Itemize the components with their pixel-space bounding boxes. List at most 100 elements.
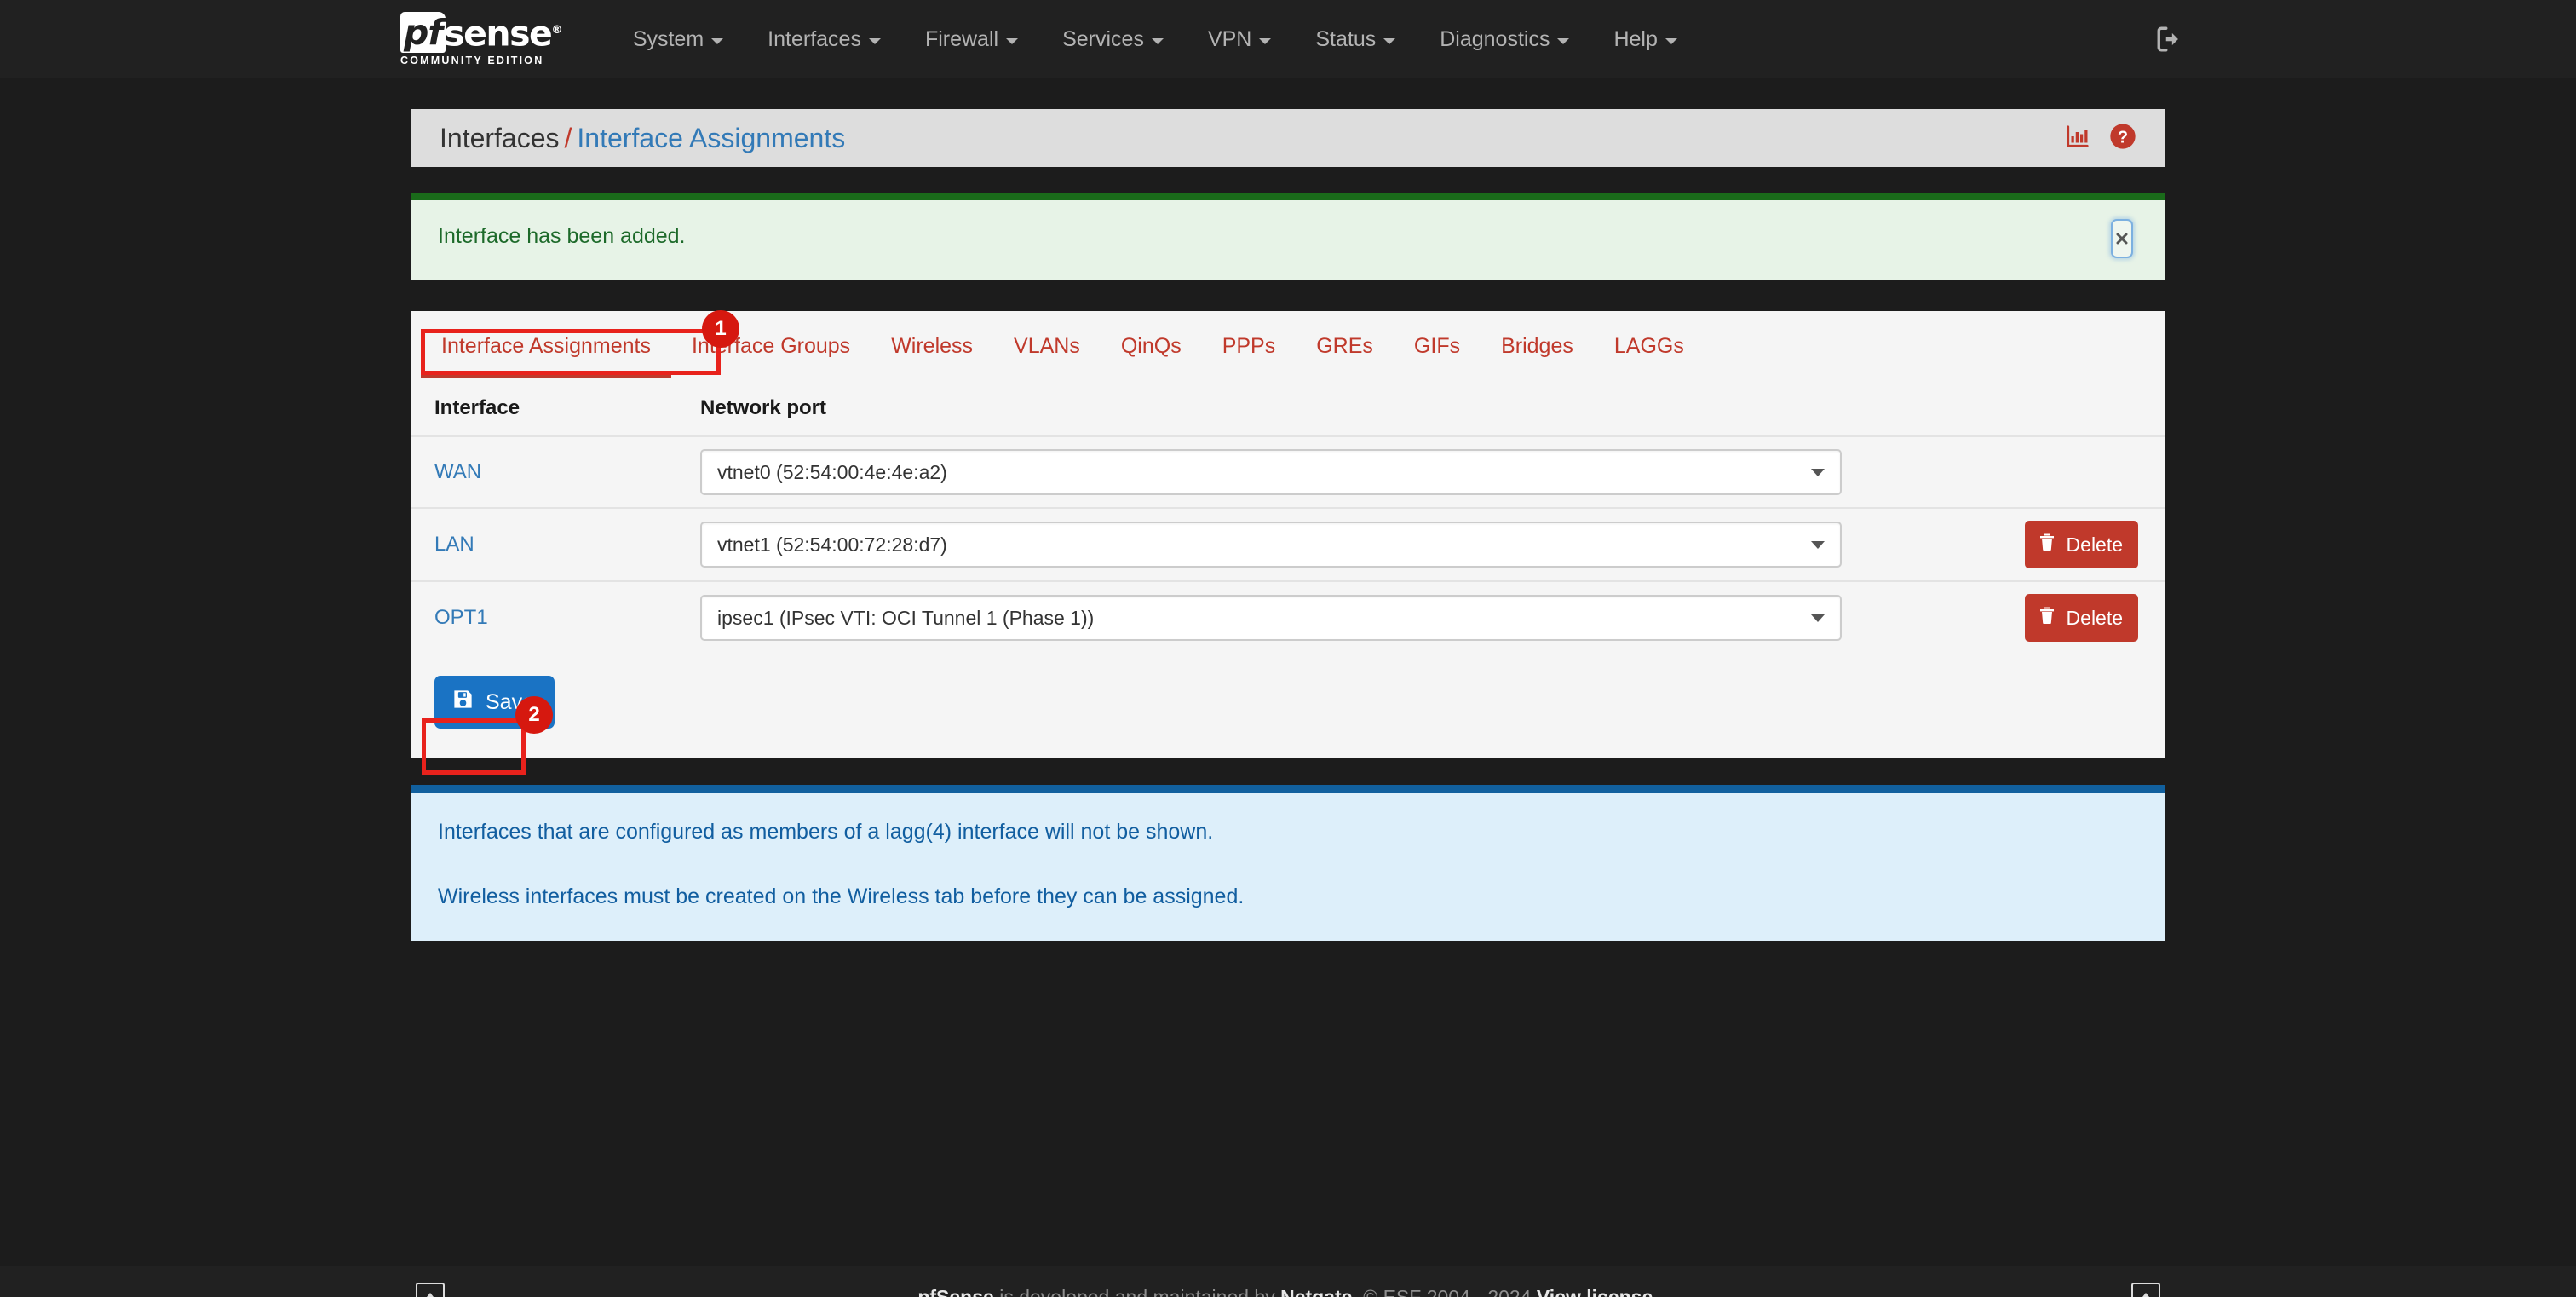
interface-link-lan[interactable]: LAN bbox=[434, 533, 474, 556]
chevron-down-icon bbox=[1557, 38, 1569, 44]
tab-interface-groups[interactable]: Interface Groups bbox=[671, 334, 871, 378]
network-port-select-wan[interactable]: vtnet0 (52:54:00:4e:4e:a2) bbox=[700, 449, 1842, 495]
tab-bridges[interactable]: Bridges bbox=[1481, 334, 1594, 378]
info-line-wireless: Wireless interfaces must be created on t… bbox=[438, 883, 2138, 912]
nav-item-services[interactable]: Services bbox=[1040, 0, 1186, 78]
breadcrumb-separator: / bbox=[565, 123, 572, 153]
nav-item-vpn[interactable]: VPN bbox=[1186, 0, 1293, 78]
footer-license-link[interactable]: View license. bbox=[1537, 1286, 1659, 1297]
row-interface-cell: OPT1 bbox=[411, 581, 692, 654]
chevron-down-icon bbox=[1006, 38, 1018, 44]
logout-icon[interactable] bbox=[2155, 25, 2184, 54]
bar-chart-icon[interactable] bbox=[2065, 124, 2090, 153]
nav-label: VPN bbox=[1208, 27, 1251, 52]
delete-button-opt1[interactable]: Delete bbox=[2025, 594, 2138, 642]
row-port-cell: vtnet0 (52:54:00:4e:4e:a2) bbox=[692, 436, 2016, 508]
row-action-cell: Delete bbox=[2016, 581, 2165, 654]
nav-label: Diagnostics bbox=[1440, 27, 1550, 52]
footer-scroll-up-left-button[interactable] bbox=[416, 1283, 445, 1297]
info-panel: Interfaces that are configured as member… bbox=[411, 785, 2165, 941]
navbar-menu: System Interfaces Firewall Services VPN … bbox=[611, 0, 1699, 78]
chevron-down-icon bbox=[1811, 469, 1825, 476]
brand-sense-text: sense® bbox=[444, 12, 561, 53]
info-line-lagg: Interfaces that are configured as member… bbox=[438, 818, 2138, 847]
row-port-cell: ipsec1 (IPsec VTI: OCI Tunnel 1 (Phase 1… bbox=[692, 581, 2016, 654]
footer-copyright: . © ESF 2004 - 2024 bbox=[1352, 1286, 1536, 1297]
nav-item-diagnostics[interactable]: Diagnostics bbox=[1417, 0, 1591, 78]
select-value: ipsec1 (IPsec VTI: OCI Tunnel 1 (Phase 1… bbox=[717, 607, 1094, 630]
network-port-select-opt1[interactable]: ipsec1 (IPsec VTI: OCI Tunnel 1 (Phase 1… bbox=[700, 595, 1842, 641]
breadcrumb-parent[interactable]: Interfaces bbox=[440, 123, 560, 153]
nav-item-system[interactable]: System bbox=[611, 0, 745, 78]
close-icon[interactable] bbox=[2111, 219, 2133, 258]
chevron-down-icon bbox=[1811, 614, 1825, 622]
trash-icon bbox=[2037, 605, 2057, 631]
content-container: Interfaces/Interface Assignments ? bbox=[411, 109, 2165, 941]
footer-scroll-up-right-button[interactable] bbox=[2131, 1283, 2160, 1297]
table-row: OPT1 ipsec1 (IPsec VTI: OCI Tunnel 1 (Ph… bbox=[411, 581, 2165, 654]
top-navbar: pf sense® COMMUNITY EDITION System Inter… bbox=[0, 0, 2576, 78]
tab-gres[interactable]: GREs bbox=[1296, 334, 1394, 378]
table-row: WAN vtnet0 (52:54:00:4e:4e:a2) bbox=[411, 436, 2165, 508]
trash-icon bbox=[2037, 532, 2057, 557]
triangle-up-icon bbox=[423, 1293, 437, 1297]
delete-button-lan[interactable]: Delete bbox=[2025, 521, 2138, 568]
page-header: Interfaces/Interface Assignments ? bbox=[411, 109, 2165, 167]
brand-registered-mark: ® bbox=[551, 24, 561, 37]
column-header-actions bbox=[2016, 389, 2165, 436]
breadcrumb: Interfaces/Interface Assignments bbox=[440, 123, 845, 154]
tab-vlans[interactable]: VLANs bbox=[993, 334, 1101, 378]
delete-button-label: Delete bbox=[2067, 533, 2123, 556]
pfsense-logo[interactable]: pf sense® COMMUNITY EDITION bbox=[400, 0, 561, 78]
interface-link-opt1[interactable]: OPT1 bbox=[434, 606, 488, 629]
nav-label: Services bbox=[1062, 27, 1144, 52]
svg-text:?: ? bbox=[2118, 128, 2128, 147]
tab-gifs[interactable]: GIFs bbox=[1394, 334, 1481, 378]
interface-assignments-panel: Interface Assignments Interface Groups W… bbox=[411, 311, 2165, 758]
breadcrumb-current: Interface Assignments bbox=[577, 123, 845, 153]
footer-netgate-link[interactable]: Netgate bbox=[1280, 1286, 1352, 1297]
tab-ppps[interactable]: PPPs bbox=[1202, 334, 1297, 378]
help-circle-icon[interactable]: ? bbox=[2109, 123, 2136, 154]
column-header-network-port: Network port bbox=[692, 389, 2016, 436]
row-interface-cell: LAN bbox=[411, 508, 692, 581]
chevron-down-icon bbox=[1259, 38, 1271, 44]
nav-label: Status bbox=[1315, 27, 1376, 52]
row-port-cell: vtnet1 (52:54:00:72:28:d7) bbox=[692, 508, 2016, 581]
nav-item-status[interactable]: Status bbox=[1293, 0, 1417, 78]
select-value: vtnet1 (52:54:00:72:28:d7) bbox=[717, 533, 947, 556]
tab-qinqs[interactable]: QinQs bbox=[1101, 334, 1202, 378]
annotation-badge-1: 1 bbox=[702, 310, 739, 348]
table-body: WAN vtnet0 (52:54:00:4e:4e:a2) LAN bbox=[411, 436, 2165, 654]
nav-label: Interfaces bbox=[768, 27, 861, 52]
tab-laggs[interactable]: LAGGs bbox=[1594, 334, 1705, 378]
delete-button-label: Delete bbox=[2067, 607, 2123, 630]
nav-label: Firewall bbox=[925, 27, 998, 52]
brand-subtitle: COMMUNITY EDITION bbox=[400, 55, 561, 66]
nav-item-help[interactable]: Help bbox=[1591, 0, 1699, 78]
nav-item-interfaces[interactable]: Interfaces bbox=[745, 0, 903, 78]
row-action-cell bbox=[2016, 436, 2165, 508]
chevron-down-icon bbox=[1383, 38, 1395, 44]
tab-interface-assignments[interactable]: Interface Assignments bbox=[421, 334, 671, 378]
table-head: Interface Network port bbox=[411, 389, 2165, 436]
footer-text: pfSense is developed and maintained by N… bbox=[917, 1286, 1658, 1297]
tab-bar: Interface Assignments Interface Groups W… bbox=[411, 311, 2165, 378]
chevron-down-icon bbox=[869, 38, 881, 44]
network-port-select-lan[interactable]: vtnet1 (52:54:00:72:28:d7) bbox=[700, 522, 1842, 568]
chevron-down-icon bbox=[1665, 38, 1677, 44]
nav-label: Help bbox=[1613, 27, 1657, 52]
annotation-badge-2: 2 bbox=[515, 696, 553, 734]
table-row: LAN vtnet1 (52:54:00:72:28:d7) bbox=[411, 508, 2165, 581]
page-footer: pfSense is developed and maintained by N… bbox=[0, 1266, 2576, 1297]
select-value: vtnet0 (52:54:00:4e:4e:a2) bbox=[717, 461, 947, 484]
chevron-down-icon bbox=[711, 38, 723, 44]
column-header-interface: Interface bbox=[411, 389, 692, 436]
nav-item-firewall[interactable]: Firewall bbox=[903, 0, 1040, 78]
interface-link-wan[interactable]: WAN bbox=[434, 460, 481, 483]
chevron-down-icon bbox=[1811, 541, 1825, 549]
brand-pf-badge: pf bbox=[400, 12, 446, 53]
nav-label: System bbox=[633, 27, 704, 52]
chevron-down-icon bbox=[1152, 38, 1164, 44]
tab-wireless[interactable]: Wireless bbox=[871, 334, 993, 378]
